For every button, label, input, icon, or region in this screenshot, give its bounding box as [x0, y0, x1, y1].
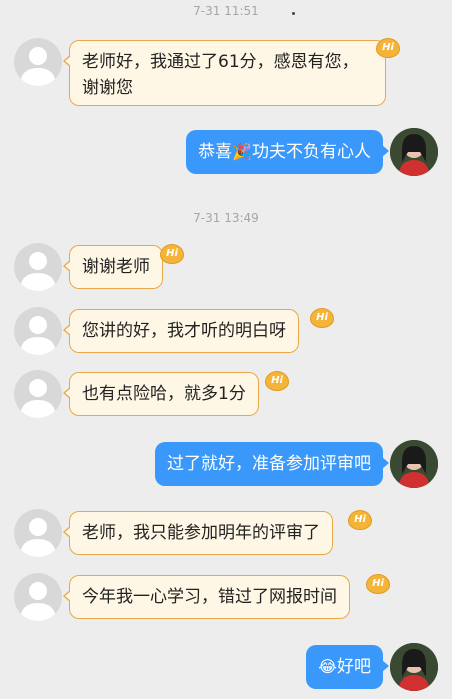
laughing-tears-icon: 😂 [318, 657, 337, 676]
message-text: 老师好，我通过了61分，感恩有您，谢谢您 [82, 52, 359, 98]
message-bubble[interactable]: 也有点险哈，就多1分 [63, 372, 259, 416]
message-text: 恭喜 [198, 142, 233, 162]
hi-badge-icon: Hi [160, 244, 184, 264]
avatar[interactable] [14, 38, 62, 86]
message-text: 过了就好，准备参加评审吧 [167, 454, 371, 474]
message-bubble[interactable]: 过了就好，准备参加评审吧 [155, 442, 389, 486]
avatar[interactable] [390, 643, 438, 691]
message-text: 也有点险哈，就多1分 [82, 384, 246, 404]
avatar[interactable] [14, 370, 62, 418]
avatar[interactable] [14, 573, 62, 621]
avatar[interactable] [390, 128, 438, 176]
message-bubble[interactable]: 老师好，我通过了61分，感恩有您，谢谢您 [63, 40, 386, 106]
message-text: 功夫不负有心人 [252, 142, 371, 162]
message-bubble[interactable]: 恭喜🎉功夫不负有心人 [186, 130, 389, 174]
avatar[interactable] [390, 440, 438, 488]
timestamp: 7-31 11:51 [193, 4, 259, 18]
hi-badge-icon: Hi [310, 308, 334, 328]
message-bubble[interactable]: 您讲的好，我才听的明白呀 [63, 309, 299, 353]
avatar[interactable] [14, 509, 62, 557]
message-text: 谢谢老师 [82, 257, 150, 277]
timestamp: 7-31 13:49 [193, 211, 259, 225]
party-popper-icon: 🎉 [232, 142, 252, 161]
message-text: 老师，我只能参加明年的评审了 [82, 523, 320, 543]
message-bubble[interactable]: 谢谢老师 [63, 245, 163, 289]
avatar[interactable] [14, 307, 62, 355]
status-dot [292, 12, 295, 15]
message-bubble[interactable]: 😂好吧 [306, 645, 389, 689]
message-text: 好吧 [337, 657, 371, 677]
avatar[interactable] [14, 243, 62, 291]
hi-badge-icon: Hi [366, 574, 390, 594]
hi-badge-icon: Hi [348, 510, 372, 530]
message-bubble[interactable]: 老师，我只能参加明年的评审了 [63, 511, 333, 555]
hi-badge-icon: Hi [376, 38, 400, 58]
message-text: 您讲的好，我才听的明白呀 [82, 321, 286, 341]
message-bubble[interactable]: 今年我一心学习，错过了网报时间 [63, 575, 350, 619]
hi-badge-icon: Hi [265, 371, 289, 391]
message-text: 今年我一心学习，错过了网报时间 [82, 587, 337, 607]
